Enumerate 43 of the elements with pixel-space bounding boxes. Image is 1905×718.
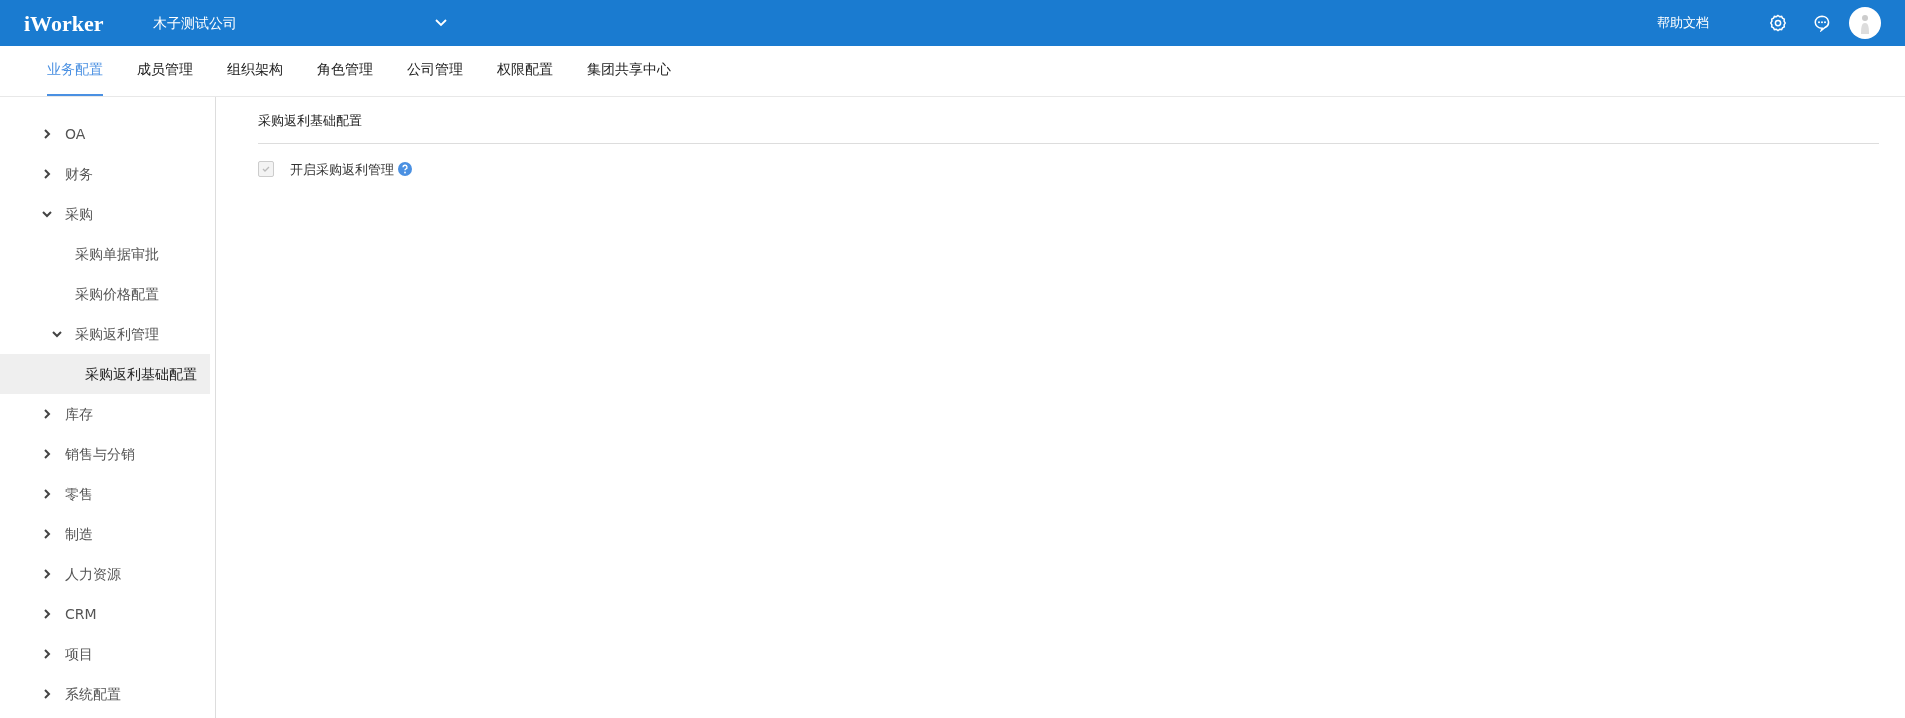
chevron-right-icon bbox=[41, 128, 53, 140]
chevron-right-icon bbox=[41, 608, 53, 620]
chevron-right-icon bbox=[41, 568, 53, 580]
avatar[interactable] bbox=[1849, 7, 1881, 39]
sidebar-item[interactable]: 采购 bbox=[0, 194, 210, 234]
chevron-down-icon bbox=[51, 328, 63, 340]
chevron-right-icon bbox=[41, 408, 53, 420]
sidebar-item[interactable]: 零售 bbox=[0, 474, 210, 514]
sidebar-item[interactable]: 采购返利基础配置 bbox=[0, 354, 210, 394]
sidebar-item[interactable]: 销售与分销 bbox=[0, 434, 210, 474]
chat-icon[interactable] bbox=[1813, 14, 1831, 32]
help-icon[interactable] bbox=[398, 162, 412, 177]
nav-tab[interactable]: 公司管理 bbox=[407, 45, 463, 96]
sidebar-item[interactable]: 财务 bbox=[0, 154, 210, 194]
chevron-right-icon bbox=[41, 648, 53, 660]
sidebar-item[interactable]: 系统配置 bbox=[0, 674, 210, 714]
nav-tab[interactable]: 组织架构 bbox=[227, 45, 283, 96]
nav-tab[interactable]: 角色管理 bbox=[317, 45, 373, 96]
app-logo[interactable]: iWorker bbox=[24, 6, 104, 40]
sidebar-item[interactable]: 库存 bbox=[0, 394, 210, 434]
sidebar-item[interactable]: 采购价格配置 bbox=[0, 274, 210, 314]
company-select[interactable]: 木子测试公司 bbox=[153, 12, 449, 34]
sidebar-item[interactable]: 项目 bbox=[0, 634, 210, 674]
nav-tab[interactable]: 权限配置 bbox=[497, 45, 553, 96]
section-title: 采购返利基础配置 bbox=[258, 97, 1879, 144]
chevron-right-icon bbox=[41, 488, 53, 500]
chevron-right-icon bbox=[41, 448, 53, 460]
sidebar-item[interactable]: 制造 bbox=[0, 514, 210, 554]
chevron-right-icon bbox=[41, 528, 53, 540]
sidebar-item[interactable]: CRM bbox=[0, 594, 210, 634]
sidebar-item[interactable]: 采购返利管理 bbox=[0, 314, 210, 354]
sidebar-item[interactable]: OA bbox=[0, 114, 210, 154]
sidebar-item[interactable]: 采购单据审批 bbox=[0, 234, 210, 274]
company-name: 木子测试公司 bbox=[153, 13, 238, 33]
chevron-right-icon bbox=[41, 168, 53, 180]
chevron-down-icon bbox=[41, 208, 53, 220]
chevron-right-icon bbox=[41, 688, 53, 700]
sidebar-item[interactable]: 人力资源 bbox=[0, 554, 210, 594]
option-label: 开启采购返利管理 bbox=[290, 160, 394, 179]
nav-tab[interactable]: 集团共享中心 bbox=[587, 45, 671, 96]
nav-tab[interactable]: 成员管理 bbox=[137, 45, 193, 96]
help-docs-link[interactable]: 帮助文档 bbox=[1657, 13, 1709, 33]
settings-icon[interactable] bbox=[1769, 14, 1787, 32]
